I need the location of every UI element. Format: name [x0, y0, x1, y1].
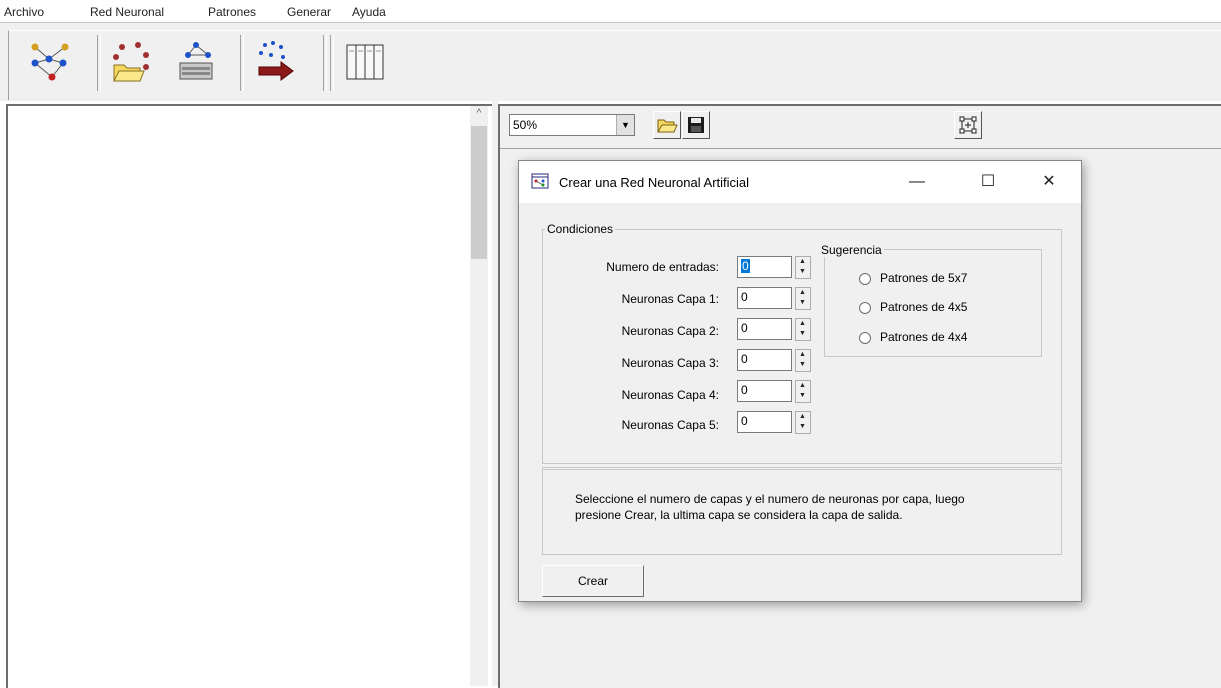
minimize-button[interactable]: —: [902, 170, 932, 194]
layer3-field[interactable]: 0: [737, 349, 792, 371]
scroll-thumb[interactable]: [471, 126, 487, 259]
menu-archivo[interactable]: Archivo: [4, 5, 44, 19]
radio-4x4-label[interactable]: Patrones de 4x4: [880, 330, 967, 344]
layer5-stepper[interactable]: ▲ ▼: [795, 411, 811, 434]
layer4-stepper[interactable]: ▲ ▼: [795, 380, 811, 403]
layer2-label: Neuronas Capa 2:: [621, 324, 719, 338]
save-disk-icon[interactable]: [682, 111, 710, 139]
layer5-label: Neuronas Capa 5:: [621, 418, 719, 432]
menu-patrones[interactable]: Patrones: [208, 5, 256, 19]
layer4-label: Neuronas Capa 4:: [621, 388, 719, 402]
layer2-field[interactable]: 0: [737, 318, 792, 340]
toolbar-separator: [330, 35, 334, 91]
open-folder-icon[interactable]: [653, 111, 681, 139]
close-button[interactable]: ✕: [1034, 170, 1064, 194]
menu-ayuda[interactable]: Ayuda: [352, 5, 386, 19]
layer3-value: 0: [741, 352, 748, 366]
conditions-group-label: Condiciones: [545, 222, 616, 236]
layer1-stepper[interactable]: ▲ ▼: [795, 287, 811, 310]
scroll-up-icon[interactable]: ^: [473, 108, 485, 119]
maximize-button[interactable]: ☐: [973, 170, 1003, 194]
radio-4x5[interactable]: [859, 302, 871, 314]
open-network-icon[interactable]: [108, 39, 154, 85]
layer4-value: 0: [741, 383, 748, 397]
inputs-stepper[interactable]: ▲ ▼: [795, 256, 811, 279]
zoom-value: 50%: [513, 118, 538, 132]
toolbar-separator: [323, 35, 327, 91]
create-button[interactable]: Crear: [542, 565, 644, 597]
right-toolbar: 50% ▼: [500, 106, 1221, 149]
network-window-icon: [531, 173, 549, 189]
zoom-select[interactable]: 50% ▼: [509, 114, 635, 136]
menu-generar[interactable]: Generar: [287, 5, 331, 19]
grid-view-icon[interactable]: [343, 39, 389, 85]
vertical-scrollbar[interactable]: ^: [470, 106, 488, 686]
layer5-field[interactable]: 0: [737, 411, 792, 433]
inputs-label: Numero de entradas:: [606, 260, 719, 274]
layer1-field[interactable]: 0: [737, 287, 792, 309]
create-network-dialog: Crear una Red Neuronal Artificial — ☐ ✕ …: [518, 160, 1082, 602]
network-icon[interactable]: [27, 39, 73, 85]
generate-arrow-icon[interactable]: [253, 39, 299, 85]
layer1-label: Neuronas Capa 1:: [621, 292, 719, 306]
radio-5x7-label[interactable]: Patrones de 5x7: [880, 271, 967, 285]
layer4-field[interactable]: 0: [737, 380, 792, 402]
menubar: Archivo Red Neuronal Patrones Generar Ay…: [0, 0, 1221, 22]
dialog-title: Crear una Red Neuronal Artificial: [559, 175, 750, 190]
layer2-stepper[interactable]: ▲ ▼: [795, 318, 811, 341]
radio-5x7[interactable]: [859, 273, 871, 285]
dialog-titlebar[interactable]: Crear una Red Neuronal Artificial — ☐ ✕: [519, 161, 1081, 203]
layer2-value: 0: [741, 321, 748, 335]
message-line-2: presione Crear, la ultima capa se consid…: [575, 508, 903, 522]
toolbar-separator: [240, 35, 244, 91]
layer1-value: 0: [741, 290, 748, 304]
network-device-icon[interactable]: [174, 39, 220, 85]
toolbar-separator: [97, 35, 101, 91]
message-line-1: Seleccione el numero de capas y el numer…: [575, 492, 965, 506]
radio-4x4[interactable]: [859, 332, 871, 344]
inputs-field[interactable]: 0: [737, 256, 792, 278]
layer3-label: Neuronas Capa 3:: [621, 356, 719, 370]
fit-view-icon[interactable]: [954, 111, 982, 139]
layer5-value: 0: [741, 414, 748, 428]
menu-red-neuronal[interactable]: Red Neuronal: [90, 5, 164, 19]
left-pane[interactable]: [6, 104, 494, 688]
suggestion-group-label: Sugerencia: [819, 243, 884, 257]
radio-4x5-label[interactable]: Patrones de 4x5: [880, 300, 967, 314]
toolbar: [0, 22, 1221, 101]
layer3-stepper[interactable]: ▲ ▼: [795, 349, 811, 372]
chevron-down-icon[interactable]: ▼: [616, 115, 634, 135]
inputs-value: 0: [741, 259, 750, 273]
